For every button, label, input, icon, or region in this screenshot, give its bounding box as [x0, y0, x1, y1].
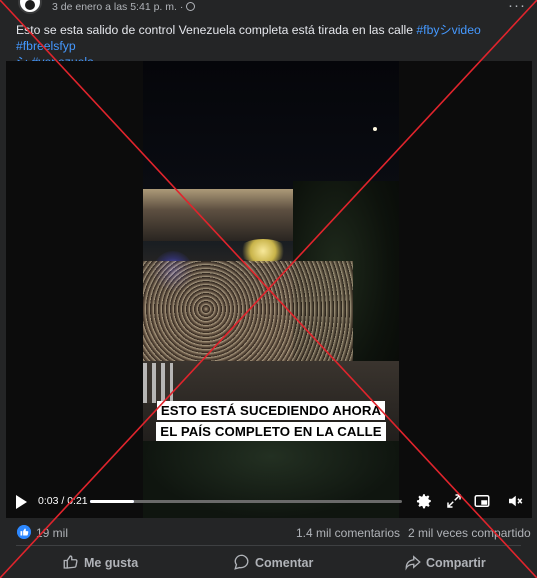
video-frame[interactable]: ESTO ESTÁ SUCEDIENDO AHORA EL PAÍS COMPL…: [143, 61, 399, 518]
progress-fill: [90, 500, 134, 503]
share-count[interactable]: 2 mil veces compartido: [408, 526, 531, 540]
hashtag-link[interactable]: #fbreelsfyp: [16, 39, 76, 53]
progress-bar[interactable]: [90, 500, 402, 503]
post-timestamp[interactable]: 3 de enero a las 5:41 p. m. ·: [52, 1, 183, 13]
subtitle-line-2: EL PAÍS COMPLETO EN LA CALLE: [156, 422, 386, 441]
share-label: Compartir: [426, 556, 486, 570]
globe-icon: [186, 2, 196, 11]
expand-icon[interactable]: [445, 492, 463, 510]
crosswalk: [143, 363, 173, 403]
post-stats: 19 mil 1.4 mil comentarios 2 mil veces c…: [0, 522, 537, 542]
video-time: 0:03 / 0:21: [38, 495, 88, 507]
thumbs-up-icon: [63, 555, 78, 569]
post-actions: Me gusta Comentar Compartir: [0, 547, 537, 578]
like-reaction-icon[interactable]: [17, 525, 31, 539]
video-player[interactable]: ESTO ESTÁ SUCEDIENDO AHORA EL PAÍS COMPL…: [6, 61, 532, 518]
caption-text: Esto se esta salido de control Venezuela…: [16, 23, 417, 37]
moon-light: [373, 127, 377, 131]
video-controls: 0:03 / 0:21: [6, 486, 532, 518]
post-header: 3 de enero a las 5:41 p. m. · ···: [0, 0, 537, 16]
play-icon[interactable]: [16, 495, 27, 509]
stage-light: [238, 239, 288, 263]
hashtag-link[interactable]: #fbyシvideo: [416, 23, 480, 37]
building: [143, 189, 293, 241]
gear-icon[interactable]: [415, 492, 433, 510]
divider: [16, 545, 521, 546]
video-subtitles: ESTO ESTÁ SUCEDIENDO AHORA EL PAÍS COMPL…: [143, 400, 399, 442]
share-arrow-icon: [405, 555, 421, 571]
more-options-icon[interactable]: ···: [508, 0, 526, 14]
comment-count[interactable]: 1.4 mil comentarios: [296, 526, 400, 540]
facebook-post: 3 de enero a las 5:41 p. m. · ··· Esto s…: [0, 0, 537, 578]
comment-bubble-icon: [234, 554, 249, 570]
like-label: Me gusta: [84, 556, 139, 570]
subtitle-line-1: ESTO ESTÁ SUCEDIENDO AHORA: [156, 401, 386, 420]
comment-label: Comentar: [255, 556, 314, 570]
picture-in-picture-icon[interactable]: [473, 492, 491, 510]
avatar[interactable]: [18, 0, 42, 14]
mute-icon[interactable]: [506, 492, 524, 510]
like-count[interactable]: 19 mil: [36, 526, 68, 540]
post-meta: 3 de enero a las 5:41 p. m. ·: [52, 1, 196, 13]
avatar-image: [25, 0, 35, 10]
